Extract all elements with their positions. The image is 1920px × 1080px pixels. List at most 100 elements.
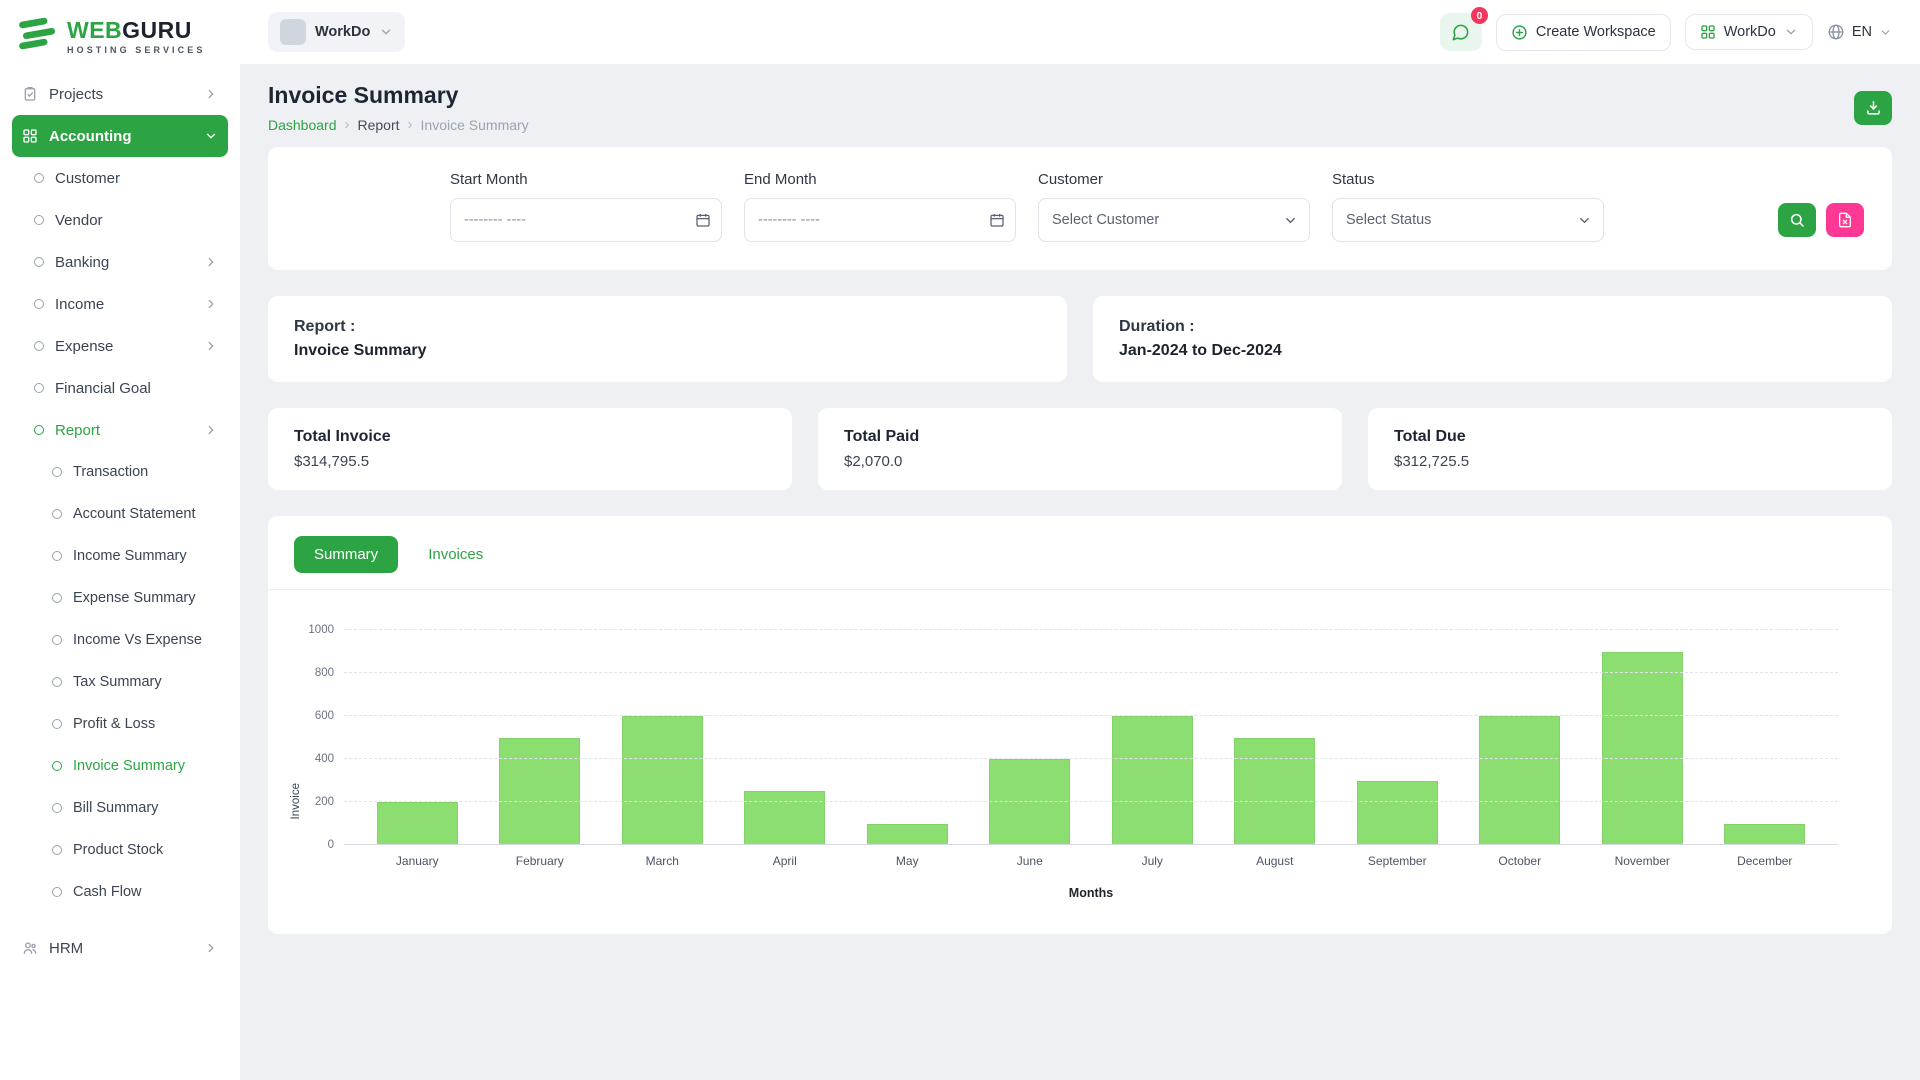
sidebar-item-label: Vendor [55, 211, 103, 229]
sidebar-item-customer[interactable]: Customer [12, 157, 228, 199]
chevron-down-icon [1283, 213, 1298, 228]
bar-september[interactable] [1356, 780, 1438, 845]
sidebar-item-vendor[interactable]: Vendor [12, 199, 228, 241]
bar-april[interactable] [744, 791, 826, 845]
x-tick-label: November [1614, 854, 1670, 868]
topbar-actions: 0 Create Workspace WorkDo EN [1439, 7, 1892, 51]
chart-x-tick-labels: January February March April May June July Augu… [344, 854, 1838, 868]
calendar-icon [989, 212, 1005, 228]
chart-plot: 0 200 400 600 800 1000 [308, 624, 1838, 851]
bar-column [479, 630, 602, 845]
bar-column [1704, 630, 1827, 845]
sidebar-item-income[interactable]: Income [12, 283, 228, 325]
customer-label: Customer [1038, 171, 1104, 188]
chart-bars [344, 630, 1838, 845]
circle-icon [52, 467, 62, 477]
sidebar-item-bill-summary[interactable]: Bill Summary [12, 787, 228, 829]
report-value: Invoice Summary [294, 342, 427, 359]
bar-november[interactable] [1601, 651, 1683, 845]
start-month-input[interactable] [450, 198, 722, 242]
sidebar-item-expense[interactable]: Expense [12, 325, 228, 367]
chart-x-axis-title: Months [1068, 886, 1114, 900]
sidebar-item-label: Invoice Summary [73, 758, 186, 774]
bar-march[interactable] [621, 716, 703, 845]
total-invoice-card: Total Invoice $314,795.5 [268, 408, 792, 490]
sidebar-item-income-vs-expense[interactable]: Income Vs Expense [12, 619, 228, 661]
sidebar-item-label: Account Statement [73, 506, 196, 522]
grid-icon [1700, 24, 1716, 40]
sidebar-item-label: HRM [49, 939, 84, 957]
language-selector[interactable]: EN [1827, 23, 1892, 41]
end-month-input[interactable] [744, 198, 1016, 242]
sidebar-item-accounting[interactable]: Accounting [12, 115, 228, 157]
chevron-right-icon [204, 297, 218, 311]
circle-icon [52, 761, 62, 771]
filter-actions [1778, 203, 1864, 242]
sidebar-item-profit-loss[interactable]: Profit & Loss [12, 703, 228, 745]
brand-logo[interactable]: WEBGURU HOSTING SERVICES [0, 0, 240, 69]
x-tick-label: February [515, 854, 564, 868]
workspace-switcher[interactable]: WorkDo [268, 12, 406, 52]
bar-january[interactable] [376, 802, 458, 845]
tab-invoices[interactable]: Invoices [408, 536, 503, 573]
topbar: WorkDo 0 Create Workspace WorkDo EN [240, 0, 1920, 64]
circle-icon [34, 341, 44, 351]
x-tick-label: September [1367, 854, 1427, 868]
sidebar-item-banking[interactable]: Banking [12, 241, 228, 283]
messages-button[interactable]: 0 [1439, 7, 1488, 51]
bar-october[interactable] [1479, 716, 1561, 845]
status-select[interactable]: Select Status [1332, 198, 1604, 242]
plus-circle-icon [1511, 24, 1528, 41]
sidebar-item-cash-flow[interactable]: Cash Flow [12, 871, 228, 913]
circle-icon [34, 257, 44, 267]
bar-february[interactable] [499, 737, 581, 845]
breadcrumb-report[interactable]: Report [358, 117, 400, 133]
sidebar-nav: Projects Accounting Customer Vendor Banking I… [0, 69, 240, 1080]
x-tick-label: October [1498, 854, 1542, 868]
bar-june[interactable] [989, 759, 1071, 845]
breadcrumb-dashboard[interactable]: Dashboard [268, 117, 337, 133]
bar-december[interactable] [1724, 823, 1806, 845]
chart-area: 0 200 400 600 800 1000 January February March Ap… [302, 624, 1838, 900]
sidebar-item-tax-summary[interactable]: Tax Summary [12, 661, 228, 703]
create-workspace-button[interactable]: Create Workspace [1495, 13, 1671, 51]
sidebar-item-transaction[interactable]: Transaction [12, 451, 228, 493]
bar-august[interactable] [1234, 737, 1316, 845]
tab-summary[interactable]: Summary [294, 536, 399, 573]
file-x-icon [1837, 212, 1853, 228]
circle-icon [52, 803, 62, 813]
chevron-down-icon [204, 129, 218, 143]
messages-badge: 0 [1470, 7, 1488, 24]
chart-card: Summary Invoices Invoice 0 200 400 600 800 10… [268, 516, 1892, 934]
grid-icon [22, 128, 38, 144]
customer-select[interactable]: Select Customer [1038, 198, 1310, 242]
sidebar-item-projects[interactable]: Projects [12, 73, 228, 115]
x-tick-label: July [1141, 854, 1163, 868]
customer-field: Customer Select Customer [1038, 171, 1310, 242]
calendar-icon [695, 212, 711, 228]
sidebar-item-hrm[interactable]: HRM [12, 927, 228, 969]
sidebar-item-label: Expense [55, 337, 114, 355]
create-workspace-label: Create Workspace [1535, 24, 1656, 40]
bar-may[interactable] [866, 823, 948, 845]
x-tick-label: April [772, 854, 797, 868]
sidebar-item-expense-summary[interactable]: Expense Summary [12, 577, 228, 619]
workspace-menu-label: WorkDo [1723, 24, 1776, 40]
sidebar-item-account-statement[interactable]: Account Statement [12, 493, 228, 535]
brand-name: WEBGURU [67, 16, 192, 43]
sidebar-item-financial-goal[interactable]: Financial Goal [12, 367, 228, 409]
sidebar-item-report[interactable]: Report [12, 409, 228, 451]
sidebar-item-label: Banking [55, 253, 110, 271]
sidebar-item-invoice-summary[interactable]: Invoice Summary [12, 745, 228, 787]
bar-column [1459, 630, 1582, 845]
circle-icon [34, 173, 44, 183]
sidebar-item-product-stock[interactable]: Product Stock [12, 829, 228, 871]
download-button[interactable] [1854, 90, 1892, 125]
apply-filter-button[interactable] [1778, 203, 1816, 237]
workspace-menu-button[interactable]: WorkDo [1684, 14, 1813, 50]
sidebar-item-income-summary[interactable]: Income Summary [12, 535, 228, 577]
bar-july[interactable] [1111, 716, 1193, 845]
circle-icon [34, 215, 44, 225]
total-paid-value: $2,070.0 [844, 453, 903, 470]
reset-filter-button[interactable] [1826, 203, 1864, 237]
